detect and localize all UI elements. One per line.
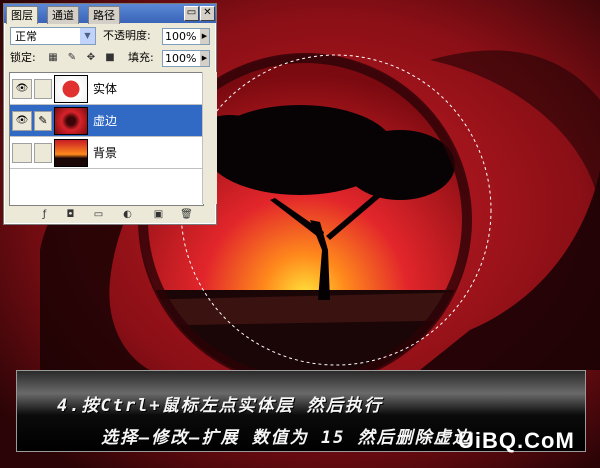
trash-icon[interactable]: 🗑 [180,208,193,221]
palette-tabbar: 图层 通道 路径 ▭ ✕ [4,4,216,24]
layer-row-solid[interactable]: 👁 实体 [10,73,203,105]
layers-scrollbar[interactable] [202,72,217,204]
opacity-value: 100% [165,30,197,43]
layer-name: 实体 [93,82,118,96]
link-slot[interactable] [34,143,52,163]
eye-icon[interactable]: 👁 [12,79,32,99]
adjustment-layer-icon[interactable]: ◐ [121,208,134,221]
eye-hidden-slot[interactable] [12,143,32,163]
lock-all-icon[interactable]: ■ [104,52,116,64]
tab-layers[interactable]: 图层 [6,6,38,24]
chevron-right-icon[interactable]: ▶ [200,29,209,44]
caption-line-1: 4.按Ctrl+鼠标左点实体层 然后执行 [57,396,383,416]
minimize-icon[interactable]: ▭ [184,6,199,21]
lock-move-icon[interactable]: ✥ [85,52,97,64]
layer-name: 虚边 [93,114,118,128]
blend-row: 正常 ▼ 不透明度: 100% ▶ [4,25,216,49]
blend-mode-select[interactable]: 正常 ▼ [10,27,96,45]
layers-list: 👁 实体 👁 ✎ 虚边 背景 [9,72,204,206]
eye-icon[interactable]: 👁 [12,111,32,131]
opacity-input[interactable]: 100% ▶ [162,28,210,45]
layer-thumbnail [54,75,88,103]
layer-row-background[interactable]: 背景 [10,137,203,169]
chevron-right-icon[interactable]: ▶ [200,51,209,66]
new-group-icon[interactable]: ▭ [92,208,105,221]
new-layer-icon[interactable]: ▣ [152,208,165,221]
tab-paths[interactable]: 路径 [88,6,120,24]
chevron-down-icon[interactable]: ▼ [80,28,95,44]
lock-transparency-icon[interactable]: ▦ [47,52,59,64]
lock-paint-icon[interactable]: ✎ [66,52,78,64]
opacity-label: 不透明度: [103,29,151,42]
watermark-logo: UiBQ.CoM [458,428,575,453]
link-slot[interactable] [34,79,52,99]
blend-mode-value: 正常 [15,30,37,43]
fill-label: 填充: [128,51,154,64]
layer-row-feather[interactable]: 👁 ✎ 虚边 [10,105,203,137]
tab-channels[interactable]: 通道 [47,6,79,24]
layer-thumbnail [54,139,88,167]
close-icon[interactable]: ✕ [200,6,215,21]
lock-label: 锁定: [10,51,36,64]
fill-value: 100% [165,52,197,65]
fill-input[interactable]: 100% ▶ [162,50,210,67]
palette-bottom-bar: ƒ ◘ ▭ ◐ ▣ 🗑 [4,205,216,224]
layer-name: 背景 [93,146,118,160]
layer-thumbnail [54,107,88,135]
layers-palette: 图层 通道 路径 ▭ ✕ 正常 ▼ 不透明度: 100% ▶ 锁定: ▦ ✎ ✥… [3,3,217,225]
caption-line-2: 选择—修改—扩展 数值为 15 然后删除虚边 [101,428,472,448]
link-layers-icon[interactable]: ƒ [38,208,51,221]
brush-icon[interactable]: ✎ [34,111,52,131]
add-mask-icon[interactable]: ◘ [64,208,77,221]
